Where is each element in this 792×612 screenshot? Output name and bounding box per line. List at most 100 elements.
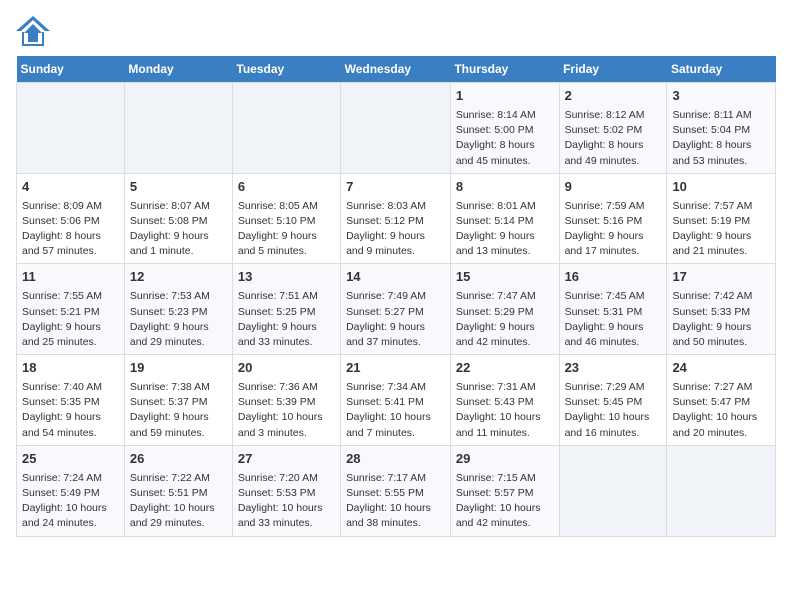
day-number: 23 (565, 359, 662, 378)
calendar-week-5: 25Sunrise: 7:24 AMSunset: 5:49 PMDayligh… (17, 445, 776, 536)
day-info: and 3 minutes. (238, 426, 335, 441)
day-info: and 25 minutes. (22, 335, 119, 350)
day-info: Sunrise: 7:27 AM (672, 380, 770, 395)
day-info: and 50 minutes. (672, 335, 770, 350)
calendar-cell: 15Sunrise: 7:47 AMSunset: 5:29 PMDayligh… (450, 264, 559, 355)
calendar-table: SundayMondayTuesdayWednesdayThursdayFrid… (16, 56, 776, 537)
logo-icon (16, 16, 50, 46)
day-info: Sunrise: 7:20 AM (238, 471, 335, 486)
day-info: Sunset: 5:00 PM (456, 123, 554, 138)
day-number: 5 (130, 178, 227, 197)
day-info: Sunset: 5:43 PM (456, 395, 554, 410)
day-info: Daylight: 9 hours (130, 410, 227, 425)
calendar-cell: 7Sunrise: 8:03 AMSunset: 5:12 PMDaylight… (341, 173, 451, 264)
day-info: Sunset: 5:23 PM (130, 305, 227, 320)
day-info: Sunrise: 8:01 AM (456, 199, 554, 214)
day-info: and 11 minutes. (456, 426, 554, 441)
day-number: 21 (346, 359, 445, 378)
day-info: Sunrise: 7:57 AM (672, 199, 770, 214)
calendar-cell: 24Sunrise: 7:27 AMSunset: 5:47 PMDayligh… (667, 355, 776, 446)
weekday-header-tuesday: Tuesday (232, 56, 340, 83)
day-info: Sunrise: 7:22 AM (130, 471, 227, 486)
day-number: 10 (672, 178, 770, 197)
calendar-cell (124, 83, 232, 174)
calendar-week-4: 18Sunrise: 7:40 AMSunset: 5:35 PMDayligh… (17, 355, 776, 446)
calendar-cell: 29Sunrise: 7:15 AMSunset: 5:57 PMDayligh… (450, 445, 559, 536)
day-info: Daylight: 10 hours (346, 501, 445, 516)
day-number: 3 (672, 87, 770, 106)
day-info: Sunrise: 7:31 AM (456, 380, 554, 395)
calendar-cell (17, 83, 125, 174)
day-number: 6 (238, 178, 335, 197)
calendar-week-1: 1Sunrise: 8:14 AMSunset: 5:00 PMDaylight… (17, 83, 776, 174)
day-info: Sunrise: 7:38 AM (130, 380, 227, 395)
day-info: and 53 minutes. (672, 154, 770, 169)
day-number: 19 (130, 359, 227, 378)
day-number: 9 (565, 178, 662, 197)
day-info: Daylight: 10 hours (130, 501, 227, 516)
day-info: Sunrise: 7:34 AM (346, 380, 445, 395)
day-info: and 45 minutes. (456, 154, 554, 169)
calendar-cell: 11Sunrise: 7:55 AMSunset: 5:21 PMDayligh… (17, 264, 125, 355)
day-info: and 21 minutes. (672, 244, 770, 259)
day-info: Sunrise: 7:42 AM (672, 289, 770, 304)
calendar-cell: 16Sunrise: 7:45 AMSunset: 5:31 PMDayligh… (559, 264, 667, 355)
calendar-cell: 17Sunrise: 7:42 AMSunset: 5:33 PMDayligh… (667, 264, 776, 355)
day-info: Sunset: 5:25 PM (238, 305, 335, 320)
day-info: and 42 minutes. (456, 335, 554, 350)
calendar-cell: 4 Sunrise: 8:09 AMSunset: 5:06 PMDaylight… (17, 173, 125, 264)
day-info: Sunset: 5:06 PM (22, 214, 119, 229)
day-info: Sunset: 5:35 PM (22, 395, 119, 410)
day-number: 22 (456, 359, 554, 378)
day-info: Daylight: 9 hours (456, 229, 554, 244)
day-info: Sunrise: 7:59 AM (565, 199, 662, 214)
calendar-cell: 26Sunrise: 7:22 AMSunset: 5:51 PMDayligh… (124, 445, 232, 536)
day-info: Daylight: 9 hours (346, 320, 445, 335)
day-info: Daylight: 8 hours (22, 229, 119, 244)
day-info: and 33 minutes. (238, 335, 335, 350)
day-info: Sunrise: 7:45 AM (565, 289, 662, 304)
day-info: and 24 minutes. (22, 516, 119, 531)
calendar-cell: 9Sunrise: 7:59 AMSunset: 5:16 PMDaylight… (559, 173, 667, 264)
day-number: 4 (22, 178, 119, 197)
day-info: and 42 minutes. (456, 516, 554, 531)
day-number: 24 (672, 359, 770, 378)
page-header (16, 16, 776, 46)
day-number: 16 (565, 268, 662, 287)
calendar-cell: 8Sunrise: 8:01 AMSunset: 5:14 PMDaylight… (450, 173, 559, 264)
day-info: Daylight: 9 hours (346, 229, 445, 244)
day-info: Sunset: 5:21 PM (22, 305, 119, 320)
weekday-header-friday: Friday (559, 56, 667, 83)
day-info: Sunset: 5:55 PM (346, 486, 445, 501)
day-info: Sunrise: 7:29 AM (565, 380, 662, 395)
day-info: Daylight: 8 hours (672, 138, 770, 153)
day-info: and 16 minutes. (565, 426, 662, 441)
day-number: 25 (22, 450, 119, 469)
day-info: Sunrise: 7:53 AM (130, 289, 227, 304)
day-info: Sunrise: 8:03 AM (346, 199, 445, 214)
day-info: Sunset: 5:51 PM (130, 486, 227, 501)
day-number: 15 (456, 268, 554, 287)
day-info: Sunset: 5:39 PM (238, 395, 335, 410)
day-info: and 46 minutes. (565, 335, 662, 350)
day-info: Sunset: 5:41 PM (346, 395, 445, 410)
day-info: Daylight: 9 hours (22, 410, 119, 425)
day-info: Daylight: 9 hours (238, 320, 335, 335)
day-info: Sunset: 5:29 PM (456, 305, 554, 320)
day-info: and 5 minutes. (238, 244, 335, 259)
day-info: Sunrise: 8:09 AM (22, 199, 119, 214)
calendar-cell: 10Sunrise: 7:57 AMSunset: 5:19 PMDayligh… (667, 173, 776, 264)
day-info: Sunset: 5:08 PM (130, 214, 227, 229)
day-info: Sunrise: 7:24 AM (22, 471, 119, 486)
day-info: Sunrise: 7:40 AM (22, 380, 119, 395)
day-info: and 29 minutes. (130, 516, 227, 531)
day-info: and 49 minutes. (565, 154, 662, 169)
day-info: Sunrise: 7:15 AM (456, 471, 554, 486)
day-info: Daylight: 9 hours (130, 229, 227, 244)
day-info: Sunset: 5:31 PM (565, 305, 662, 320)
day-info: Daylight: 10 hours (238, 501, 335, 516)
day-info: Daylight: 10 hours (238, 410, 335, 425)
day-info: Daylight: 10 hours (456, 501, 554, 516)
day-info: Sunset: 5:27 PM (346, 305, 445, 320)
day-info: Daylight: 10 hours (672, 410, 770, 425)
